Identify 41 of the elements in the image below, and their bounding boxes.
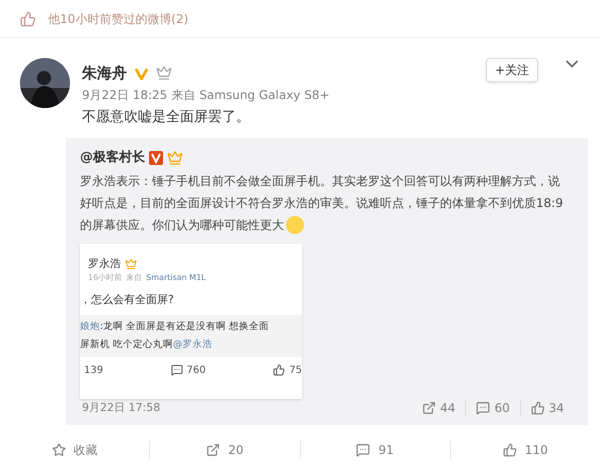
screenshot-count: 760 xyxy=(186,364,206,378)
crown-icon xyxy=(167,150,183,166)
follow-button[interactable]: +关注 xyxy=(486,58,538,82)
star-icon xyxy=(52,443,66,457)
action-button[interactable]: 收藏 xyxy=(52,441,98,459)
screenshot-source: Smartisan M1L xyxy=(146,272,206,284)
repost-count[interactable]: 44 xyxy=(440,399,456,417)
screenshot-quote: 娘炮:龙啊 全面屏是有还是没有啊 想换全面屏新机 吃个定心丸啊@罗永浩 xyxy=(80,314,302,356)
crown-icon xyxy=(156,65,172,81)
source-label: 来自 xyxy=(171,87,196,104)
action-button[interactable]: 20 xyxy=(206,441,244,459)
thumbs-up-icon xyxy=(530,401,545,415)
source-link[interactable]: Samsung Galaxy S8+ xyxy=(199,86,330,104)
emoji-icon xyxy=(286,216,304,234)
screenshot-time: 16小时前 xyxy=(88,272,122,284)
thumbs-up-icon xyxy=(273,364,286,376)
comment-icon xyxy=(476,401,490,415)
thumbs-up-icon xyxy=(20,10,36,26)
screenshot-author: 罗永浩 xyxy=(88,256,121,272)
comment-icon xyxy=(170,364,183,376)
author-name[interactable]: 朱海舟 xyxy=(82,62,127,84)
avatar xyxy=(20,58,70,108)
screenshot-source-label: 来自 xyxy=(126,272,142,284)
liked-header-text: 他10小时前赞过的微博(2) xyxy=(48,10,188,28)
repost-time[interactable]: 9月22日 17:58 xyxy=(82,400,160,416)
screenshot-count: 75 xyxy=(289,364,302,378)
screenshot-count: 139 xyxy=(84,364,104,378)
repost-author[interactable]: @极客村长 xyxy=(80,148,145,168)
action-button[interactable]: 110 xyxy=(502,441,548,459)
comment-icon xyxy=(356,443,370,457)
repost-text: 罗永浩表示：锤子手机目前不会做全面屏手机。其实老罗这个回答可以有两种理解方式，说好听点是，目前的全面屏设计不符合罗永浩的审美。说难听点，锤子的体量拿不到优质18:9的屏幕供应。你们认为哪种可能性更大 xyxy=(80,170,574,236)
thumbs-up-icon xyxy=(502,443,517,457)
action-button[interactable]: 91 xyxy=(356,441,394,459)
post-time[interactable]: 9月22日 18:25 xyxy=(82,86,168,104)
share-icon xyxy=(422,401,436,415)
screenshot-text: ，怎么会有全面屏? xyxy=(80,292,175,308)
share-icon xyxy=(206,443,220,457)
repost-count[interactable]: 60 xyxy=(494,399,510,417)
repost-count[interactable]: 34 xyxy=(548,399,564,417)
post-text: 不愿意吹嘘是全面屏罢了。 xyxy=(82,108,251,127)
crown-icon xyxy=(125,258,137,270)
